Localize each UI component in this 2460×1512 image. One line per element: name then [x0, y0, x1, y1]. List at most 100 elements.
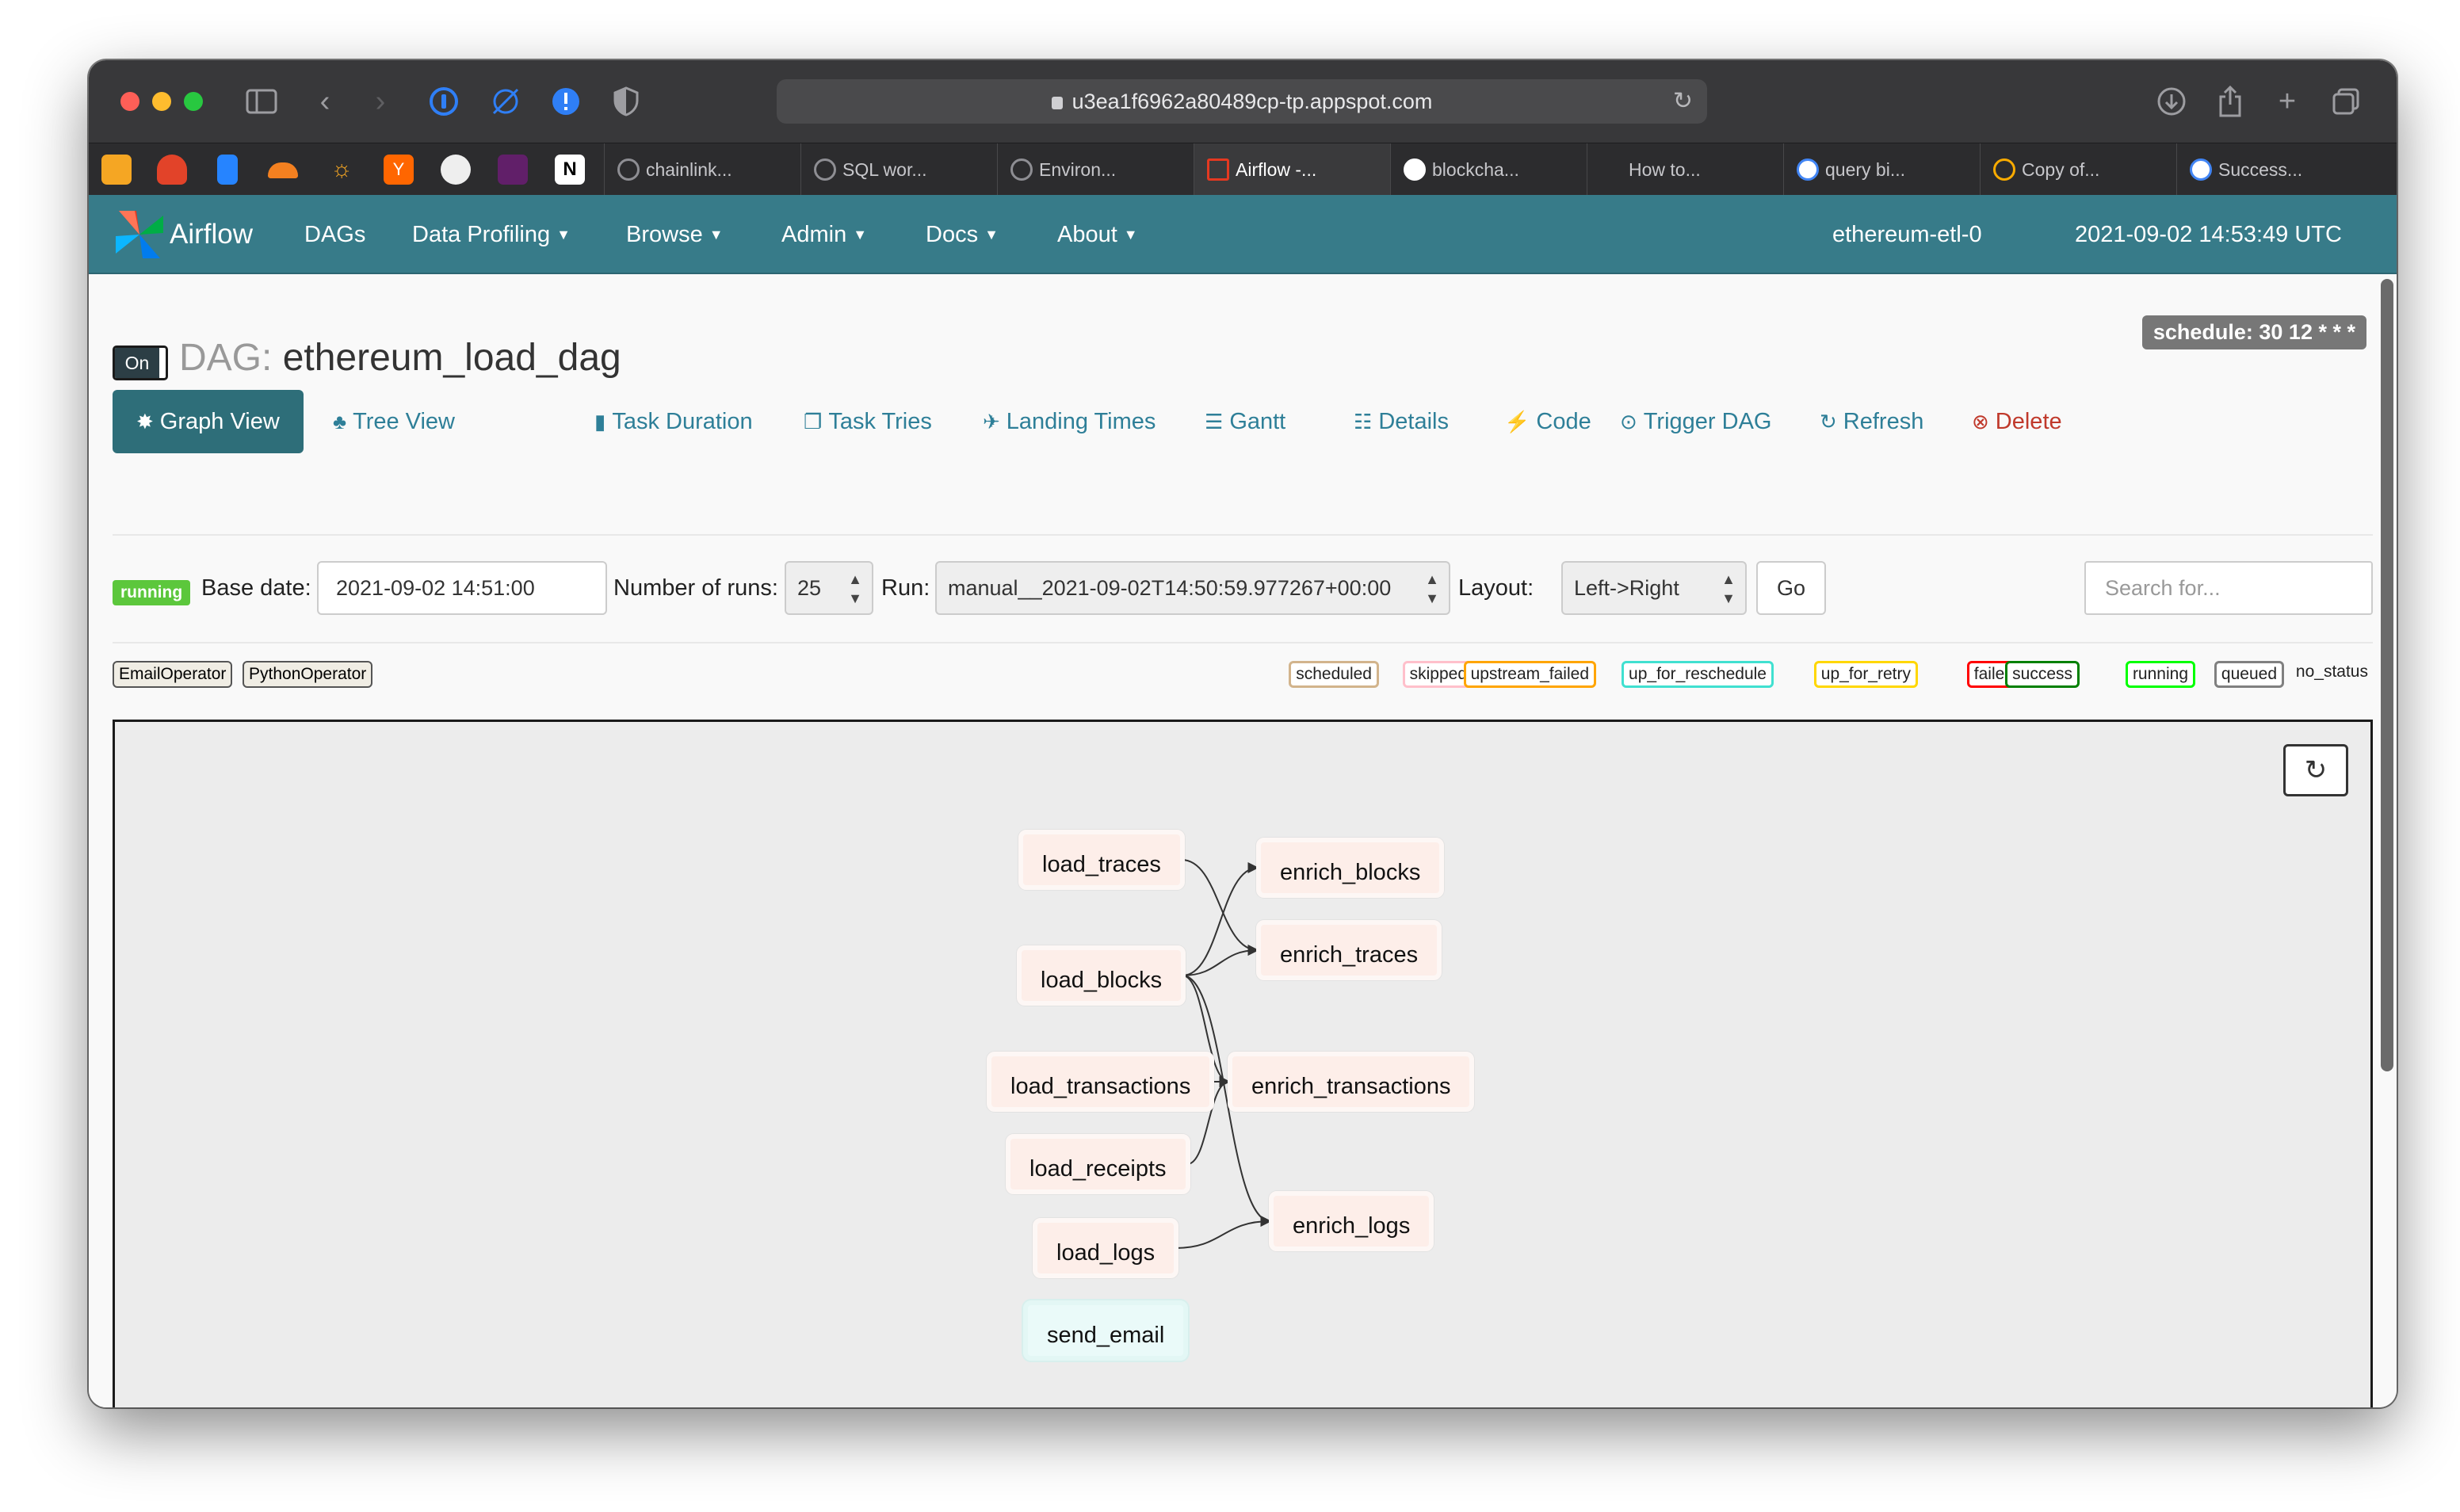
tab-copy-of[interactable]: Copy of... [1980, 143, 2176, 196]
task-node-load-logs[interactable]: load_logs [1033, 1218, 1179, 1278]
task-search-input[interactable]: Search for... [2084, 561, 2373, 615]
sidebar-icon[interactable] [241, 81, 282, 122]
tab-task-tries[interactable]: ❐ Task Tries [804, 390, 932, 453]
delete-dag-button[interactable]: ⊗ Delete [1972, 390, 2062, 453]
main-content: On DAG: ethereum_load_dag schedule: 30 1… [89, 276, 2397, 1407]
tab-how-to[interactable]: How to... [1587, 143, 1783, 196]
tab-success[interactable]: Success... [2176, 143, 2397, 196]
tab-gantt[interactable]: ☰ Gantt [1205, 390, 1285, 453]
dag-graph-canvas[interactable]: ↻ load_traces enrich_blocks enrich_traces l… [113, 720, 2373, 1407]
nav-dags[interactable]: DAGs [304, 195, 365, 274]
pinned-tab-sun-icon[interactable]: ☼ [327, 155, 357, 185]
airflow-logo[interactable]: Airflow [113, 206, 253, 263]
base-date-input[interactable]: 2021-09-02 14:51:00 [317, 561, 607, 615]
run-label: Run: [881, 575, 930, 601]
state-chip-upstream-failed[interactable]: upstream_failed [1463, 661, 1596, 688]
back-icon[interactable]: ‹ [304, 81, 346, 122]
state-chip-success[interactable]: success [2005, 661, 2080, 688]
pinned-tab-cloudflare-icon[interactable] [268, 162, 298, 178]
tab-graph-view[interactable]: ✸ Graph View [113, 390, 304, 453]
state-chip-running[interactable]: running [2125, 661, 2195, 688]
gantt-icon: ☰ [1205, 410, 1224, 433]
tab-sql-workspace[interactable]: SQL wor... [800, 143, 997, 196]
state-chip-up-for-retry[interactable]: up_for_retry [1813, 661, 1918, 688]
nav-data-profiling[interactable]: Data Profiling ▼ [412, 195, 571, 274]
share-icon[interactable] [2210, 81, 2251, 122]
task-node-load-blocks[interactable]: load_blocks [1017, 945, 1186, 1006]
tab-query[interactable]: query bi... [1783, 143, 1980, 196]
layout-label: Layout: [1458, 575, 1534, 601]
tab-airflow[interactable]: Airflow -... [1194, 143, 1390, 196]
dag-on-toggle[interactable]: On [113, 346, 168, 380]
forward-icon[interactable]: › [360, 81, 401, 122]
password-extension-icon[interactable] [423, 81, 464, 122]
state-chip-no-status[interactable]: no_status [2291, 661, 2373, 688]
page-scrollbar[interactable] [2381, 279, 2393, 1071]
state-chip-up-for-reschedule[interactable]: up_for_reschedule [1622, 661, 1774, 688]
pinned-tab-gitlab-icon[interactable] [157, 155, 187, 185]
nav-admin[interactable]: Admin ▼ [781, 195, 867, 274]
task-node-enrich-transactions[interactable]: enrich_transactions [1228, 1052, 1475, 1112]
zoom-window-button[interactable] [184, 92, 203, 111]
divider [113, 534, 2373, 536]
nav-docs[interactable]: Docs ▼ [926, 195, 999, 274]
task-node-enrich-blocks[interactable]: enrich_blocks [1256, 838, 1445, 898]
graph-refresh-button[interactable]: ↻ [2283, 744, 2348, 796]
tab-details[interactable]: ☷ Details [1354, 390, 1449, 453]
task-node-load-transactions[interactable]: load_transactions [987, 1052, 1215, 1112]
run-select[interactable]: manual__2021-09-02T14:50:59.977267+00:00… [935, 561, 1450, 615]
tab-landing-times[interactable]: ✈ Landing Times [983, 390, 1156, 453]
alert-extension-icon[interactable] [545, 81, 586, 122]
tab-code[interactable]: ⚡ Code [1504, 390, 1591, 453]
number-of-runs-select[interactable]: 25 ▲ ▼ [785, 561, 873, 615]
task-node-load-traces[interactable]: load_traces [1018, 830, 1185, 890]
pinned-tab-ghost-icon[interactable] [441, 155, 471, 185]
tab-chainlink[interactable]: chainlink... [604, 143, 800, 196]
tab-overview-icon[interactable] [2325, 81, 2366, 122]
close-window-button[interactable] [120, 92, 139, 111]
bar-chart-icon: ▮ [594, 410, 606, 433]
chevron-down-icon: ▼ [1123, 227, 1138, 242]
dag-id: ethereum_load_dag [282, 337, 621, 379]
trigger-dag-button[interactable]: ⊙ Trigger DAG [1620, 390, 1771, 453]
tab-environments[interactable]: Environ... [997, 143, 1194, 196]
go-button[interactable]: Go [1756, 561, 1826, 615]
pinned-tab-notion-icon[interactable]: N [555, 155, 585, 185]
pinned-tab-ycombinator-icon[interactable]: Y [384, 155, 414, 185]
operator-chip-python[interactable]: PythonOperator [243, 661, 373, 688]
environment-name: ethereum-etl-0 [1832, 222, 1982, 247]
tab-blockchain[interactable]: blockcha... [1390, 143, 1587, 196]
pinned-tab-box-icon[interactable] [101, 155, 132, 185]
shield-extension-icon[interactable] [605, 81, 647, 122]
layout-select[interactable]: Left->Right ▲ ▼ [1561, 561, 1747, 615]
tab-favicon-icon [814, 158, 836, 181]
play-circle-icon: ⊙ [1620, 410, 1637, 433]
task-node-send-email[interactable]: send_email [1023, 1300, 1189, 1361]
base-date-label: Base date: [201, 575, 311, 601]
refresh-icon: ↻ [1820, 410, 1837, 433]
crosshair-extension-icon[interactable] [485, 81, 526, 122]
airflow-favicon-icon [1207, 158, 1229, 181]
task-node-load-receipts[interactable]: load_receipts [1006, 1134, 1190, 1194]
select-arrows-icon: ▲ ▼ [1721, 571, 1736, 606]
minimize-window-button[interactable] [152, 92, 171, 111]
state-chip-queued[interactable]: queued [2214, 661, 2284, 688]
nav-browse[interactable]: Browse ▼ [626, 195, 724, 274]
task-node-enrich-logs[interactable]: enrich_logs [1269, 1191, 1434, 1251]
tab-task-duration[interactable]: ▮ Task Duration [594, 390, 753, 453]
pinned-tab-slack-icon[interactable] [498, 155, 528, 185]
current-datetime: 2021-09-02 14:53:49 UTC [2075, 222, 2342, 247]
new-tab-icon[interactable]: + [2267, 81, 2308, 122]
select-arrows-icon: ▲ ▼ [848, 571, 862, 606]
reload-icon[interactable]: ↻ [1673, 79, 1693, 124]
pinned-tab-jira-icon[interactable] [217, 155, 238, 185]
address-bar[interactable]: u3ea1f6962a80489cp-tp.appspot.com ↻ [777, 79, 1707, 124]
number-of-runs-label: Number of runs: [613, 575, 778, 601]
operator-chip-email[interactable]: EmailOperator [113, 661, 233, 688]
refresh-button[interactable]: ↻ Refresh [1820, 390, 1923, 453]
state-chip-scheduled[interactable]: scheduled [1289, 661, 1379, 688]
nav-about[interactable]: About ▼ [1057, 195, 1138, 274]
task-node-enrich-traces[interactable]: enrich_traces [1256, 920, 1442, 980]
tab-tree-view[interactable]: ♣ Tree View [333, 390, 455, 453]
downloads-icon[interactable] [2151, 81, 2192, 122]
